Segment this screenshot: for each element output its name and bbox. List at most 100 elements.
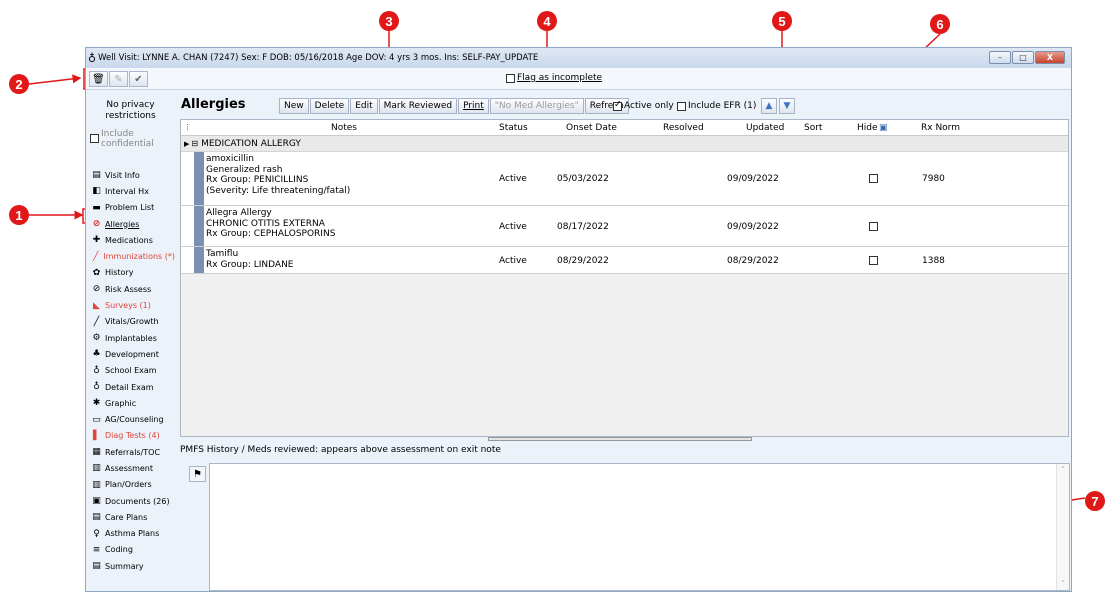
close-button[interactable]: X (1035, 51, 1065, 64)
new-button[interactable]: New (279, 98, 309, 114)
sidebar-item-summary[interactable]: ▤ Summary (91, 558, 175, 574)
sidebar-item-school-exam[interactable]: ♁ School Exam (91, 363, 175, 379)
medications-icon: ✚ (92, 235, 101, 246)
maximize-button[interactable]: □ (1012, 51, 1034, 64)
include-efr-label: Include EFR (1) (688, 101, 757, 111)
minimize-button[interactable]: – (989, 51, 1011, 64)
splitter-handle[interactable] (488, 437, 752, 441)
group-row[interactable]: ▶ ⊟ MEDICATION ALLERGY (181, 136, 1068, 152)
col-updated[interactable]: Updated (746, 123, 784, 133)
flag-icon[interactable]: ⚑ (189, 466, 206, 482)
row-hide-checkbox[interactable] (869, 256, 878, 265)
left-sidebar: No privacy restrictions Include confiden… (86, 91, 175, 591)
privacy-status: No privacy restrictions (105, 100, 156, 121)
sidebar-item-diag-tests[interactable]: ▌ Diag Tests (4) (91, 428, 175, 444)
collapse-icon[interactable]: ⊟ (191, 139, 198, 148)
asthma-plans-icon: ♀ (93, 528, 100, 539)
sidebar-item-surveys[interactable]: ◣ Surveys (1) (91, 297, 175, 313)
sidebar-item-interval-hx[interactable]: ◧ Interval Hx (91, 183, 175, 199)
col-status[interactable]: Status (499, 123, 528, 133)
group-label: MEDICATION ALLERGY (201, 138, 301, 149)
main-panel: Allergies New Delete Edit Mark Reviewed … (176, 91, 1072, 592)
sidebar-item-detail-exam[interactable]: ♁ Detail Exam (91, 379, 175, 395)
sidebar-item-label: Problem List (105, 203, 155, 213)
pmfs-textarea[interactable]: ˄ ˅ (209, 463, 1070, 591)
include-efr-toggle[interactable]: Include EFR (1) (677, 101, 756, 111)
delete-trash-icon[interactable]: 🗑 (89, 71, 108, 87)
sidebar-item-label: Asthma Plans (105, 529, 160, 539)
graphic-icon: ✱ (92, 398, 101, 409)
sidebar-item-visit-info[interactable]: ▤ Visit Info (91, 167, 175, 183)
sidebar-item-asthma-plans[interactable]: ♀ Asthma Plans (91, 526, 175, 542)
callout-1: 1 (9, 205, 29, 225)
top-toolbar: 🗑 ✎ ✔ Flag as incomplete (86, 68, 1071, 90)
include-confidential-checkbox[interactable] (90, 134, 99, 143)
table-row[interactable]: Allegra Allergy CHRONIC OTITIS EXTERNA R… (181, 206, 1068, 247)
flag-incomplete[interactable]: Flag as incomplete (506, 73, 602, 83)
callout-6: 6 (930, 14, 950, 34)
sidebar-item-plan-orders[interactable]: ▥ Plan/Orders (91, 477, 175, 493)
visit-info-icon: ▤ (92, 170, 101, 181)
col-rxnorm[interactable]: Rx Norm (921, 123, 960, 133)
sidebar-item-label: Summary (105, 561, 144, 571)
col-sort[interactable]: Sort (804, 123, 822, 133)
include-confidential[interactable]: Include confidential (90, 129, 156, 149)
row-hide-checkbox[interactable] (869, 174, 878, 183)
development-icon: ♣ (92, 349, 101, 360)
pmfs-scrollbar[interactable]: ˄ ˅ (1056, 464, 1069, 590)
move-down-icon[interactable]: ▼ (779, 98, 795, 114)
sidebar-item-label: Risk Assess (105, 284, 152, 294)
edit-button[interactable]: Edit (350, 98, 378, 114)
row-updated: 09/09/2022 (727, 174, 779, 184)
flag-checkbox[interactable] (506, 73, 515, 83)
mark-reviewed-button[interactable]: Mark Reviewed (378, 98, 458, 114)
sidebar-item-documents[interactable]: ▣ Documents (26) (91, 493, 175, 509)
table-row[interactable]: Tamiflu Rx Group: LINDANE Active 08/29/2… (181, 247, 1068, 274)
move-up-icon[interactable]: ▲ (761, 98, 777, 114)
sidebar-item-history[interactable]: ✿ History (91, 265, 175, 281)
sidebar-item-graphic[interactable]: ✱ Graphic (91, 395, 175, 411)
active-only-toggle[interactable]: Active only (613, 100, 674, 111)
grid-options-icon[interactable]: ⋮ (184, 123, 191, 131)
col-resolved[interactable]: Resolved (663, 123, 704, 133)
summary-icon: ▤ (92, 561, 101, 572)
interval-hx-icon: ◧ (92, 186, 101, 197)
sidebar-item-label: Allergies (105, 219, 140, 229)
include-confidential-label: Include confidential (101, 129, 154, 149)
sidebar-item-assessment[interactable]: ▥ Assessment (91, 460, 175, 476)
sidebar-item-coding[interactable]: ≡ Coding (91, 542, 175, 558)
sidebar-item-implantables[interactable]: ⚙ Implantables (91, 330, 175, 346)
print-button[interactable]: Print (458, 98, 489, 114)
sidebar-item-care-plans[interactable]: ▤ Care Plans (91, 509, 175, 525)
nav-list: ▤ Visit Info ◧ Interval Hx ▬ Problem List ⊘ All… (91, 167, 175, 574)
col-onset[interactable]: Onset Date (566, 123, 617, 133)
no-med-allergies-button[interactable]: "No Med Allergies" (489, 98, 584, 114)
save-icon: ▣ (879, 123, 888, 133)
table-row[interactable]: amoxicillin Generalized rash Rx Group: P… (181, 152, 1068, 206)
include-efr-checkbox[interactable] (677, 101, 686, 111)
pmfs-label: PMFS History / Meds reviewed: appears ab… (180, 445, 501, 455)
sidebar-item-vitals-growth[interactable]: ╱ Vitals/Growth (91, 314, 175, 330)
sidebar-item-label: Surveys (1) (105, 301, 151, 311)
sidebar-item-ag-counseling[interactable]: ▭ AG/Counseling (91, 411, 175, 427)
sidebar-item-medications[interactable]: ✚ Medications (91, 232, 175, 248)
well-visit-window: ♁ Well Visit: LYNNE A. CHAN (7247) Sex: … (85, 47, 1072, 592)
row-hide-checkbox[interactable] (869, 222, 878, 231)
sidebar-item-development[interactable]: ♣ Development (91, 346, 175, 362)
sidebar-item-risk-assess[interactable]: ⊘ Risk Assess (91, 281, 175, 297)
sidebar-item-allergies[interactable]: ⊘ Allergies (91, 216, 175, 232)
sidebar-item-label: Assessment (105, 463, 153, 473)
row-drug: Tamiflu (206, 249, 239, 259)
active-only-checkbox[interactable] (613, 100, 622, 111)
row-group: Rx Group: PENICILLINS (206, 175, 309, 185)
delete-button[interactable]: Delete (309, 98, 350, 114)
sidebar-item-referrals-toc[interactable]: ▦ Referrals/TOC (91, 444, 175, 460)
pencil-icon[interactable]: ✎ (109, 71, 128, 87)
col-hide[interactable]: Hide (857, 123, 878, 133)
sidebar-item-immunizations[interactable]: ╱ Immunizations (*) (91, 248, 175, 264)
row-updated: 08/29/2022 (727, 256, 779, 266)
check-icon[interactable]: ✔ (129, 71, 148, 87)
col-notes[interactable]: Notes (331, 123, 357, 133)
implantables-icon: ⚙ (92, 333, 101, 344)
sidebar-item-problem-list[interactable]: ▬ Problem List (91, 200, 175, 216)
